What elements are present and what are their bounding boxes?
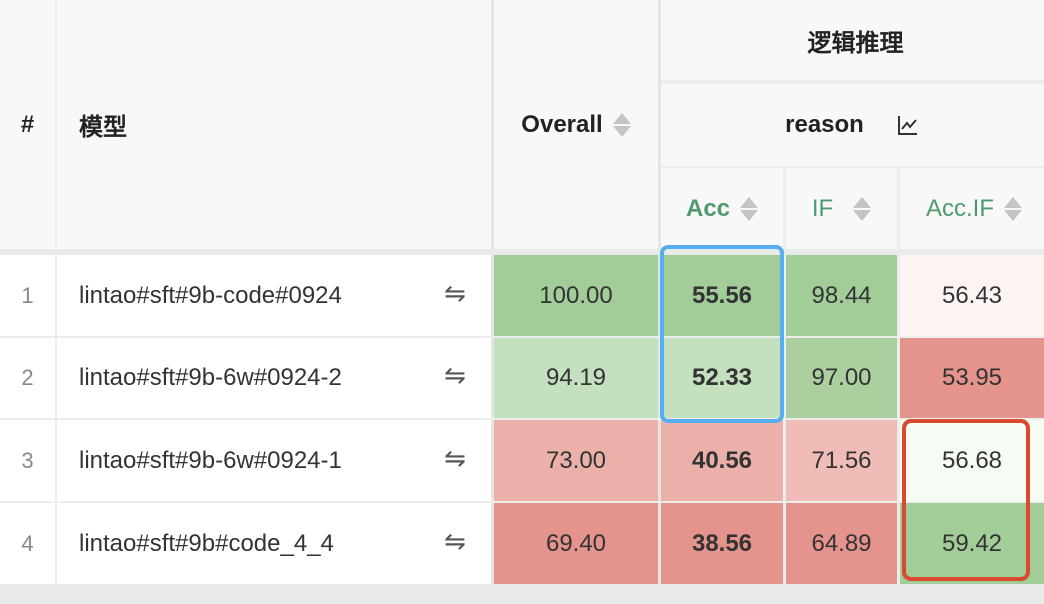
model-name: lintao#sft#9b-6w#0924-2: [79, 364, 342, 391]
overall-cell: 73.00: [494, 420, 658, 501]
rank-label: 1: [21, 282, 34, 308]
table-row-model: lintao#sft#9b-6w#0924-1: [57, 420, 491, 501]
table-row-model: lintao#sft#9b#code_4_4: [57, 503, 491, 584]
header-acc-cell[interactable]: Acc: [661, 168, 783, 249]
model-name: lintao#sft#9b-code#0924: [79, 281, 342, 309]
if-value: 98.44: [811, 281, 872, 309]
if-value: 64.89: [811, 529, 872, 557]
sort-if-icon[interactable]: [853, 196, 872, 221]
table-row-model: lintao#sft#9b-code#0924: [57, 255, 491, 336]
table-row-rank: 1: [0, 255, 55, 336]
overall-cell: 94.19: [494, 338, 658, 418]
overall-value: 73.00: [545, 446, 607, 474]
sort-accif-icon[interactable]: [1004, 196, 1022, 221]
header-rank-cell: #: [0, 0, 55, 249]
swap-icon[interactable]: ⇋: [444, 278, 466, 309]
if-cell: 64.89: [786, 503, 897, 584]
if-cell: 71.56: [786, 420, 897, 501]
overall-cell: 100.00: [494, 255, 658, 336]
highlight-box-red: [902, 419, 1030, 581]
table-row-rank: 2: [0, 338, 55, 418]
header-model-cell: 模型: [57, 0, 491, 249]
swap-icon[interactable]: ⇋: [444, 360, 466, 391]
overall-cell: 69.40: [494, 503, 658, 584]
accif-cell: 53.95: [900, 338, 1044, 418]
if-cell: 98.44: [786, 255, 897, 336]
header-if-cell[interactable]: IF: [786, 168, 897, 249]
divider: [661, 80, 1044, 84]
if-cell: 97.00: [786, 338, 897, 418]
divider: [0, 584, 1044, 604]
if-value: 97.00: [811, 364, 872, 391]
header-accif-cell[interactable]: Acc.IF: [900, 168, 1044, 249]
table-row-model: lintao#sft#9b-6w#0924-2: [57, 338, 491, 418]
acc-cell: 40.56: [661, 420, 783, 501]
model-name: lintao#sft#9b#code_4_4: [79, 529, 334, 557]
swap-icon[interactable]: ⇋: [444, 443, 466, 474]
table-row-rank: 3: [0, 420, 55, 501]
header-accif[interactable]: Acc.IF: [926, 195, 994, 223]
divider: [661, 166, 1044, 168]
header-acc[interactable]: Acc: [686, 195, 730, 223]
header-subgroup: reason: [785, 111, 864, 138]
overall-value: 100.00: [539, 281, 613, 309]
overall-value: 94.19: [545, 364, 607, 391]
acc-cell: 38.56: [661, 503, 783, 584]
acc-value: 40.56: [691, 446, 753, 474]
acc-value: 38.56: [691, 529, 753, 557]
header-model: 模型: [79, 114, 127, 141]
header-overall-cell[interactable]: Overall: [494, 0, 658, 249]
accif-value: 53.95: [941, 364, 1003, 391]
swap-icon[interactable]: ⇋: [444, 526, 466, 557]
sort-overall-icon[interactable]: [612, 112, 631, 137]
overall-value: 69.40: [545, 529, 607, 557]
table-row-rank: 4: [0, 503, 55, 584]
rank-label: 2: [21, 365, 34, 390]
rank-label: 4: [21, 530, 34, 556]
header-subgroup-cell: reason: [661, 84, 1044, 166]
highlight-box-blue: [660, 245, 784, 423]
accif-value: 56.43: [941, 281, 1003, 309]
if-value: 71.56: [811, 446, 872, 474]
line-chart-icon[interactable]: [896, 113, 920, 137]
header-group-cell: 逻辑推理: [661, 0, 1044, 80]
header-group: 逻辑推理: [807, 29, 904, 57]
header-rank: #: [20, 110, 35, 138]
header-overall[interactable]: Overall: [521, 111, 602, 139]
header-if[interactable]: IF: [812, 195, 833, 223]
accif-cell: 56.43: [900, 255, 1044, 336]
sort-acc-icon[interactable]: [740, 196, 759, 221]
rank-label: 3: [21, 447, 34, 473]
model-name: lintao#sft#9b-6w#0924-1: [79, 446, 342, 474]
